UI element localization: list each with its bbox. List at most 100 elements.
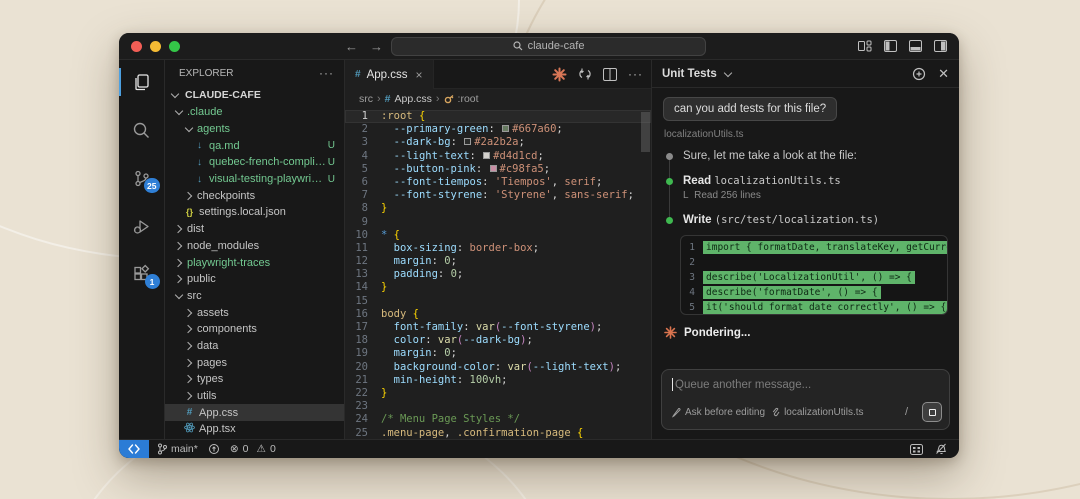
code-line-24[interactable]: 24/* Menu Page Styles */	[345, 413, 651, 426]
tree-item-types[interactable]: types	[165, 371, 344, 388]
tree-item-label: settings.local.json	[199, 206, 344, 218]
tree-item-public[interactable]: public	[165, 271, 344, 288]
customize-layout-icon[interactable]	[858, 40, 872, 52]
attached-file-label[interactable]: localizationUtils.ts	[664, 129, 948, 140]
code-line-19[interactable]: 19 margin: 0;	[345, 347, 651, 360]
explorer-title: EXPLORER	[179, 68, 233, 79]
chat-input-box[interactable]: Queue another message... Ask before edit…	[661, 369, 950, 430]
code-line-22[interactable]: 22}	[345, 387, 651, 400]
close-window-button[interactable]	[131, 41, 142, 52]
write-code-preview[interactable]: 1import { formatDate, translateKey, getC…	[680, 235, 948, 315]
tree-item-settings-local-json[interactable]: {}settings.local.json	[165, 204, 344, 221]
claude-starburst-icon[interactable]	[552, 67, 567, 82]
color-swatch[interactable]	[483, 152, 490, 159]
code-line-8[interactable]: 8}	[345, 202, 651, 215]
code-line-7[interactable]: 7 --font-styrene: 'Styrene', sans-serif;	[345, 189, 651, 202]
explorer-activity-icon[interactable]	[119, 66, 165, 98]
slash-commands-button[interactable]: /	[905, 406, 916, 418]
toggle-panel-icon[interactable]	[909, 40, 922, 52]
code-line-2[interactable]: 2 --primary-green: #667a60;	[345, 123, 651, 136]
toggle-secondary-sidebar-icon[interactable]	[934, 40, 947, 52]
problems-indicator[interactable]: ⊗ 0 ⚠ 0	[230, 443, 276, 455]
tree-item-data[interactable]: data	[165, 338, 344, 355]
maximize-window-button[interactable]	[169, 41, 180, 52]
new-chat-icon[interactable]	[912, 67, 926, 81]
tree-item-components[interactable]: components	[165, 321, 344, 338]
tree-item-app-css[interactable]: #App.css	[165, 404, 344, 421]
search-activity-icon[interactable]	[119, 114, 165, 146]
code-line-14[interactable]: 14}	[345, 281, 651, 294]
tree-item--claude[interactable]: .claude	[165, 104, 344, 121]
tree-root-claude-cafe[interactable]: CLAUDE-CAFE	[165, 86, 344, 104]
tree-item-dist[interactable]: dist	[165, 221, 344, 238]
tree-item-app-tsx[interactable]: App.tsx	[165, 421, 344, 438]
run-debug-activity-icon[interactable]	[119, 210, 165, 242]
tree-item-src[interactable]: src	[165, 288, 344, 305]
tool-step-read[interactable]: Read localizationUtils.tsL Read 256 line…	[666, 175, 948, 201]
code-line-10[interactable]: 10* {	[345, 229, 651, 242]
tool-step-write[interactable]: Write (src/test/localization.ts)	[666, 214, 948, 226]
open-changes-icon[interactable]	[578, 67, 592, 81]
code-line-16[interactable]: 16body {	[345, 308, 651, 321]
code-line-4[interactable]: 4 --light-text: #d4d1cd;	[345, 150, 651, 163]
breadcrumb-src[interactable]: src	[359, 93, 373, 105]
color-swatch[interactable]	[490, 165, 497, 172]
code-area[interactable]: 1:root {2 --primary-green: #667a60;3 --d…	[345, 109, 651, 439]
code-line-25[interactable]: 25.menu-page, .confirmation-page {	[345, 427, 651, 440]
sync-changes-button[interactable]	[208, 443, 220, 455]
notifications-muted-icon[interactable]	[935, 443, 947, 455]
code-line-11[interactable]: 11 box-sizing: border-box;	[345, 242, 651, 255]
history-forward-button[interactable]: →	[370, 39, 383, 54]
explorer-more-actions[interactable]: ···	[319, 66, 334, 80]
remote-indicator[interactable]	[119, 440, 149, 458]
code-line-21[interactable]: 21 min-height: 100vh;	[345, 374, 651, 387]
editor-more-actions[interactable]: ···	[628, 67, 643, 81]
code-line-3[interactable]: 3 --dark-bg: #2a2b2a;	[345, 136, 651, 149]
stop-button[interactable]	[922, 402, 942, 422]
code-line-18[interactable]: 18 color: var(--dark-bg);	[345, 334, 651, 347]
edit-mode-selector[interactable]: Ask before editing	[672, 407, 765, 418]
code-line-13[interactable]: 13 padding: 0;	[345, 268, 651, 281]
tree-item-node-modules[interactable]: node_modules	[165, 238, 344, 255]
code-line-15[interactable]: 15	[345, 295, 651, 308]
command-center-search[interactable]: claude-cafe	[391, 37, 706, 56]
code-line-9[interactable]: 9	[345, 216, 651, 229]
tree-item-utils[interactable]: utils	[165, 388, 344, 405]
tab-app-css[interactable]: # App.css ×	[345, 60, 434, 89]
tree-item-playwright-traces[interactable]: playwright-traces	[165, 254, 344, 271]
code-line-12[interactable]: 12 margin: 0;	[345, 255, 651, 268]
breadcrumb[interactable]: src › # App.css › :root	[345, 89, 651, 109]
ports-grid-icon[interactable]	[910, 444, 923, 455]
code-line-17[interactable]: 17 font-family: var(--font-styrene);	[345, 321, 651, 334]
git-branch-indicator[interactable]: main*	[157, 443, 198, 455]
tree-item-assets[interactable]: assets	[165, 304, 344, 321]
tree-item-agents[interactable]: agents	[165, 121, 344, 138]
color-swatch[interactable]	[502, 125, 509, 132]
code-line-1[interactable]: 1:root {	[345, 110, 651, 123]
status-row: Pondering...	[664, 326, 948, 339]
code-line-20[interactable]: 20 background-color: var(--light-text);	[345, 361, 651, 374]
tree-item-qa-md[interactable]: ↓qa.mdU	[165, 137, 344, 154]
toggle-primary-sidebar-icon[interactable]	[884, 40, 897, 52]
breadcrumb-file[interactable]: App.css	[395, 93, 432, 105]
code-line-23[interactable]: 23	[345, 400, 651, 413]
extensions-activity-icon[interactable]: 1	[119, 258, 165, 290]
context-file-chip[interactable]: localizationUtils.ts	[771, 407, 863, 418]
line-number: 12	[345, 255, 381, 268]
code-line-5[interactable]: 5 --button-pink: #c98fa5;	[345, 163, 651, 176]
color-swatch[interactable]	[464, 138, 471, 145]
editor-scrollbar[interactable]	[641, 112, 650, 152]
tree-item-pages[interactable]: pages	[165, 354, 344, 371]
tree-item-visual-testing-playwright-[interactable]: ↓visual-testing-playwright...U	[165, 171, 344, 188]
source-control-activity-icon[interactable]: 25	[119, 162, 165, 194]
chevron-down-icon[interactable]	[723, 69, 733, 79]
history-back-button[interactable]: ←	[345, 39, 358, 54]
breadcrumb-symbol[interactable]: :root	[458, 93, 479, 105]
close-panel-icon[interactable]: ✕	[938, 66, 949, 82]
split-editor-icon[interactable]	[603, 68, 617, 81]
tree-item-checkpoints[interactable]: checkpoints	[165, 187, 344, 204]
code-line-6[interactable]: 6 --font-tiempos: 'Tiempos', serif;	[345, 176, 651, 189]
minimize-window-button[interactable]	[150, 41, 161, 52]
tree-item-quebec-french-complian-[interactable]: ↓quebec-french-complian...U	[165, 154, 344, 171]
tab-close-icon[interactable]: ×	[415, 68, 422, 82]
